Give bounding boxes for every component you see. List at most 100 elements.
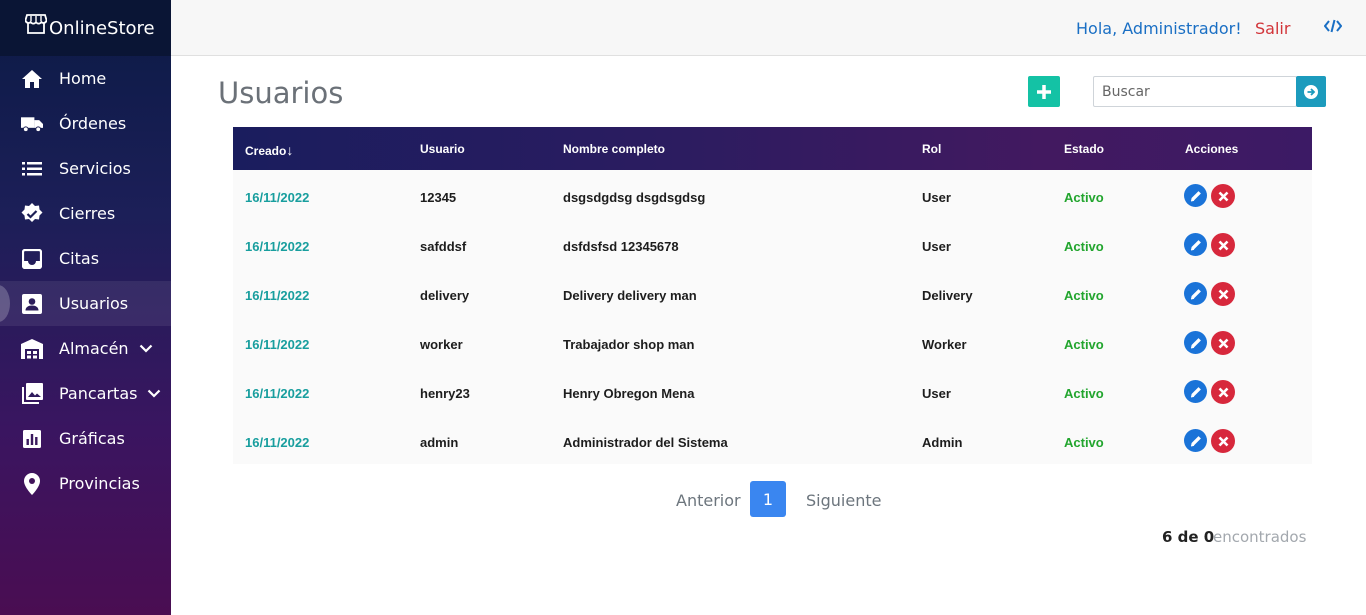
pencil-icon <box>1190 386 1201 397</box>
delete-button[interactable] <box>1211 184 1235 208</box>
column-header-label: Creado <box>245 144 287 158</box>
cell-full-name: Henry Obregon Mena <box>563 386 695 401</box>
cell-role: User <box>922 239 951 254</box>
page-title: Usuarios <box>218 76 344 110</box>
sidebar-item-label: Gráficas <box>59 429 125 448</box>
sidebar-item-servicios[interactable]: Servicios <box>0 146 171 191</box>
sidebar-item-usuarios[interactable]: Usuarios <box>0 281 171 326</box>
logout-link[interactable]: Salir <box>1255 19 1290 38</box>
sidebar-item-home[interactable]: Home <box>0 56 171 101</box>
sidebar-item-provincias[interactable]: Provincias <box>0 461 171 506</box>
sidebar-item-label: Almacén <box>59 339 129 358</box>
edit-button[interactable] <box>1184 429 1207 452</box>
sidebar-item-label: Citas <box>59 249 100 268</box>
sidebar-item-label: Provincias <box>59 474 140 493</box>
store-icon <box>25 14 47 34</box>
cell-full-name: dsgsdgdsg dsgdsgdsg <box>563 190 706 205</box>
close-icon <box>1218 338 1228 348</box>
column-header-creado[interactable]: Creado↓ <box>245 142 293 158</box>
sidebar-item-graficas[interactable]: Gráficas <box>0 416 171 461</box>
cell-created: 16/11/2022 <box>245 190 310 205</box>
column-header-acciones: Acciones <box>1185 142 1239 156</box>
edit-button[interactable] <box>1184 233 1207 256</box>
user-card-icon <box>21 293 43 315</box>
cell-role: User <box>922 190 951 205</box>
truck-icon <box>21 113 43 135</box>
greeting-link[interactable]: Hola, Administrador! <box>1076 19 1242 38</box>
sidebar-item-pancartas[interactable]: Pancartas <box>0 371 171 416</box>
edit-button[interactable] <box>1184 184 1207 207</box>
pagination-next[interactable]: Siguiente <box>806 491 881 510</box>
pagination-page-current[interactable]: 1 <box>750 481 786 517</box>
cell-status: Activo <box>1064 190 1104 205</box>
pencil-icon <box>1190 239 1201 250</box>
top-header: Hola, Administrador! Salir <box>171 0 1366 56</box>
home-icon <box>21 68 43 90</box>
edit-button[interactable] <box>1184 282 1207 305</box>
pagination-previous[interactable]: Anterior <box>676 491 741 510</box>
cell-username: delivery <box>420 288 470 303</box>
table-header: Creado↓ Usuario Nombre completo Rol Esta… <box>233 127 1312 170</box>
pencil-icon <box>1190 190 1201 201</box>
sidebar-item-citas[interactable]: Citas <box>0 236 171 281</box>
edit-button[interactable] <box>1184 380 1207 403</box>
cell-status: Activo <box>1064 337 1104 352</box>
delete-button[interactable] <box>1211 429 1235 453</box>
results-count: 6 de 0 <box>1162 528 1215 546</box>
sidebar-item-label: Pancartas <box>59 384 138 403</box>
close-icon <box>1218 191 1228 201</box>
delete-button[interactable] <box>1211 331 1235 355</box>
code-icon[interactable] <box>1323 19 1343 38</box>
column-header-rol: Rol <box>922 142 942 156</box>
sidebar-item-cierres[interactable]: Cierres <box>0 191 171 236</box>
delete-button[interactable] <box>1211 380 1235 404</box>
cell-role: Admin <box>922 435 963 450</box>
delete-button[interactable] <box>1211 233 1235 257</box>
cell-status: Activo <box>1064 435 1104 450</box>
plus-icon <box>1037 84 1051 99</box>
table-row: 16/11/2022 henry23 Henry Obregon Mena User A… <box>233 366 1312 415</box>
images-icon <box>21 383 43 405</box>
cell-full-name: dsfdsfsd 12345678 <box>563 239 679 254</box>
table-row: 16/11/2022 admin Administrador del Sistema… <box>233 415 1312 464</box>
pencil-icon <box>1190 435 1201 446</box>
search-input[interactable] <box>1093 76 1297 107</box>
sidebar-item-label: Órdenes <box>59 114 127 133</box>
list-icon <box>21 158 43 180</box>
cell-full-name: Trabajador shop man <box>563 337 695 352</box>
cell-status: Activo <box>1064 288 1104 303</box>
cell-username: worker <box>420 337 463 352</box>
close-icon <box>1218 240 1228 250</box>
edit-button[interactable] <box>1184 331 1207 354</box>
brand[interactable]: OnlineStore <box>0 0 171 56</box>
sidebar-item-ordenes[interactable]: Órdenes <box>0 101 171 146</box>
search-button[interactable] <box>1296 76 1326 107</box>
table-body: 16/11/2022 12345 dsgsdgdsg dsgdsgdsg User Ac… <box>233 170 1312 464</box>
warehouse-icon <box>21 338 43 360</box>
close-icon <box>1218 436 1228 446</box>
table-row: 16/11/2022 worker Trabajador shop man Worke… <box>233 317 1312 366</box>
arrow-circle-right-icon <box>1304 84 1318 99</box>
cell-full-name: Delivery delivery man <box>563 288 697 303</box>
cell-full-name: Administrador del Sistema <box>563 435 728 450</box>
delete-button[interactable] <box>1211 282 1235 306</box>
inbox-icon <box>21 248 43 270</box>
users-table: Creado↓ Usuario Nombre completo Rol Esta… <box>233 127 1312 464</box>
sidebar-item-label: Usuarios <box>59 294 129 313</box>
cell-role: Worker <box>922 337 967 352</box>
cell-username: safddsf <box>420 239 467 254</box>
sidebar-item-almacen[interactable]: Almacén <box>0 326 171 371</box>
chevron-down-icon[interactable] <box>147 389 161 398</box>
cell-status: Activo <box>1064 239 1104 254</box>
chevron-down-icon[interactable] <box>139 344 153 353</box>
sort-desc-icon: ↓ <box>286 142 294 158</box>
cell-role: User <box>922 386 951 401</box>
close-icon <box>1218 289 1228 299</box>
pencil-icon <box>1190 337 1201 348</box>
badge-check-icon <box>21 202 43 225</box>
table-row: 16/11/2022 delivery Delivery delivery man D… <box>233 268 1312 317</box>
cell-username: admin <box>420 435 459 450</box>
cell-created: 16/11/2022 <box>245 288 310 303</box>
add-user-button[interactable] <box>1028 76 1060 107</box>
sidebar-item-label: Cierres <box>59 204 116 223</box>
